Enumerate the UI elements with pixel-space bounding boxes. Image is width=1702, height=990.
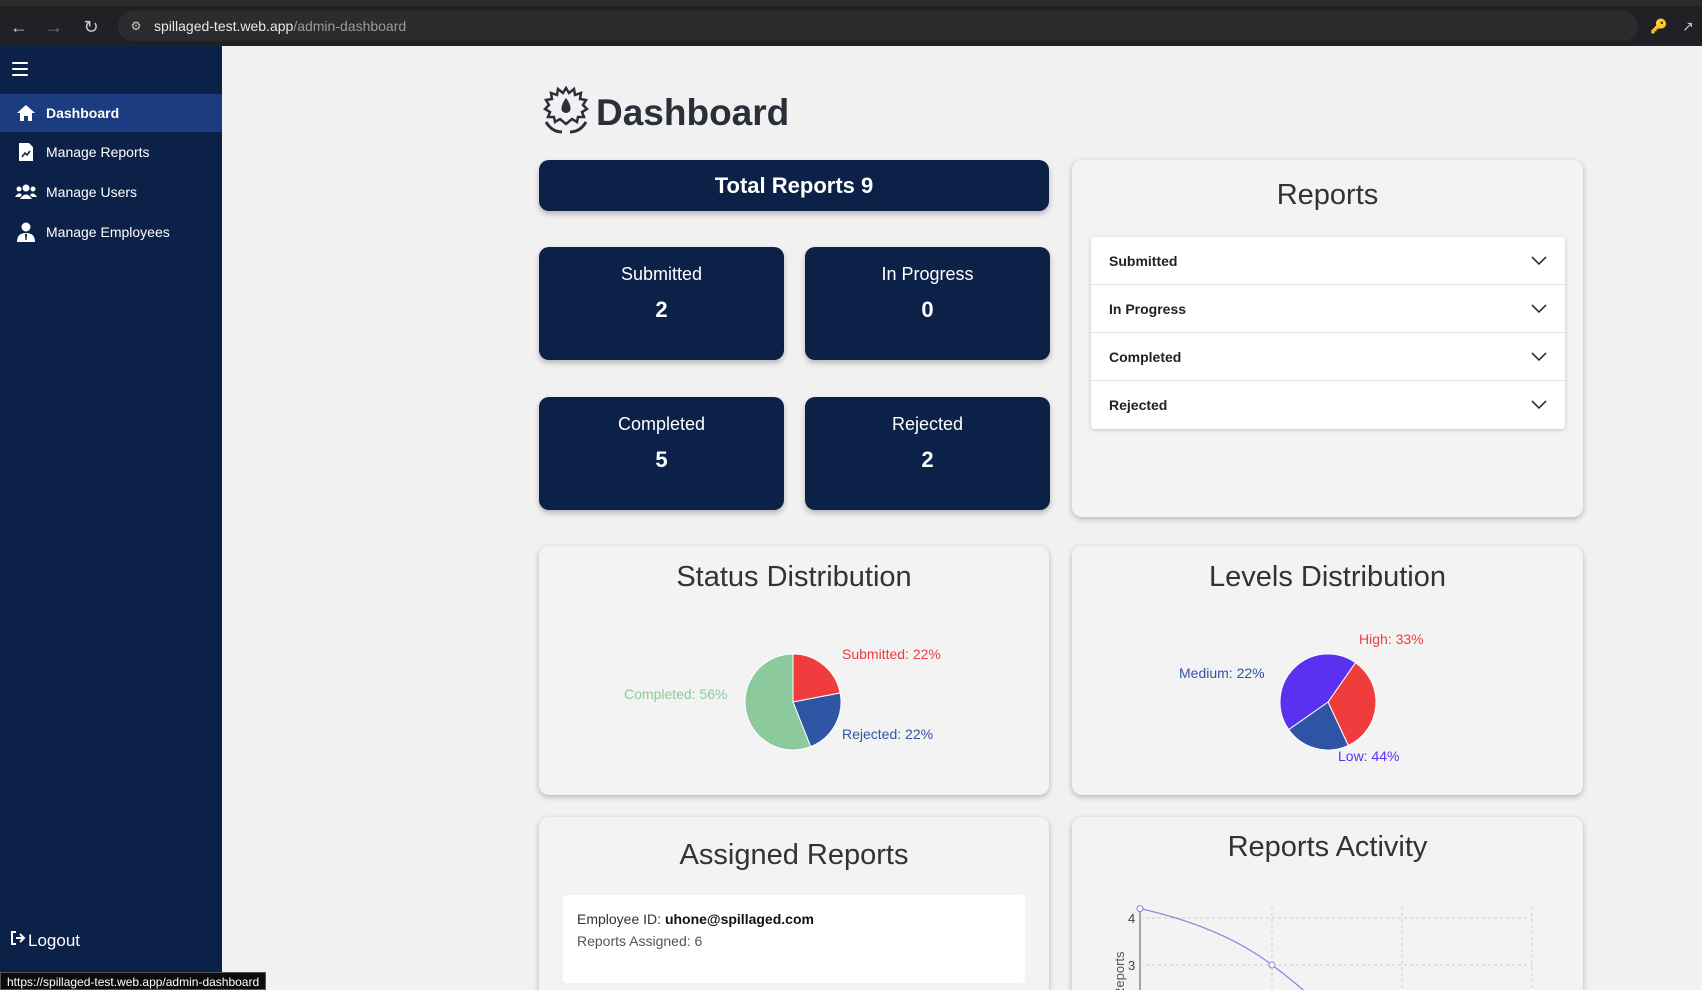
app-logo-icon	[540, 84, 592, 141]
page-title: Dashboard	[540, 84, 789, 141]
sidebar-item-dashboard[interactable]: Dashboard	[0, 94, 222, 132]
assigned-reports-title: Assigned Reports	[679, 839, 909, 871]
employee-id-line: Employee ID: uhone@spillaged.com	[577, 911, 1011, 927]
reports-activity-title: Reports Activity	[1227, 831, 1428, 863]
pie-label-completed: Completed: 56%	[624, 686, 728, 702]
pie-label-submitted: Submitted: 22%	[842, 646, 941, 662]
url-text[interactable]: spillaged-test.web.app/admin-dashboard	[154, 18, 406, 34]
levels-distribution-title: Levels Distribution	[1209, 561, 1446, 593]
stat-value: 2	[921, 447, 934, 472]
accordion-label: In Progress	[1109, 300, 1187, 317]
forward-icon[interactable]: →	[43, 16, 65, 38]
y-axis-label: Reports	[1112, 951, 1127, 990]
activity-series-line	[1139, 908, 1305, 990]
accordion-item-in-progress[interactable]: In Progress	[1091, 285, 1565, 333]
stat-label: Submitted	[620, 264, 703, 284]
chevron-down-icon	[1531, 253, 1547, 269]
pie-label-low: Low: 44%	[1338, 748, 1400, 764]
pie-label-high: High: 33%	[1359, 631, 1424, 647]
sidebar-item-label: Manage Users	[46, 184, 138, 200]
status-bar-url: https://spillaged-test.web.app/admin-das…	[0, 972, 267, 990]
stat-label: In Progress	[881, 264, 974, 284]
report-icon	[14, 142, 38, 162]
stat-card-completed: Completed 5	[539, 397, 784, 510]
accordion-label: Rejected	[1109, 397, 1168, 413]
sidebar-item-manage-employees[interactable]: Manage Employees	[0, 213, 222, 251]
reports-activity-panel: Reports Activity Reports 4 3	[1072, 817, 1583, 990]
back-icon[interactable]: ←	[8, 16, 30, 38]
sidebar-item-label: Dashboard	[46, 105, 120, 121]
reports-activity-line-chart: Reports 4 3	[1112, 905, 1533, 990]
menu-toggle-icon[interactable]	[12, 62, 28, 76]
stat-card-in-progress: In Progress 0	[805, 247, 1050, 360]
activity-data-point	[1136, 905, 1144, 913]
pie-label-medium: Medium: 22%	[1179, 665, 1265, 681]
reports-accordion: Submitted In Progress Completed Rejected	[1091, 237, 1565, 429]
stat-value: 5	[655, 447, 668, 472]
status-pie-chart	[744, 653, 842, 751]
reports-panel: Reports Submitted In Progress Completed …	[1072, 160, 1583, 517]
home-icon	[14, 103, 38, 123]
address-bar[interactable]: ⚙ spillaged-test.web.app/admin-dashboard	[118, 11, 1638, 41]
dashboard-heading: Dashboard	[596, 91, 790, 133]
reports-panel-title: Reports	[1276, 179, 1379, 211]
levels-pie-chart	[1279, 653, 1377, 751]
employee-card: Employee ID: uhone@spillaged.com Reports…	[563, 895, 1025, 983]
accordion-label: Completed	[1109, 348, 1182, 365]
stat-value: 0	[921, 297, 934, 322]
sidebar-item-manage-reports[interactable]: Manage Reports	[0, 133, 222, 171]
employee-id-prefix: Employee ID:	[577, 911, 662, 927]
status-distribution-title: Status Distribution	[676, 561, 912, 593]
browser-toolbar: ← → ↻ ⚙ spillaged-test.web.app/admin-das…	[0, 0, 1702, 46]
stat-card-submitted: Submitted 2	[539, 247, 784, 360]
chevron-down-icon	[1531, 349, 1547, 365]
chevron-down-icon	[1531, 397, 1547, 413]
sidebar-item-label: Manage Employees	[46, 224, 170, 240]
logout-icon	[10, 930, 26, 951]
chevron-down-icon	[1531, 301, 1547, 317]
sidebar-item-manage-users[interactable]: Manage Users	[0, 173, 222, 211]
status-distribution-panel: Status Distribution Submitted: 22% Compl…	[539, 546, 1049, 795]
stat-label: Completed	[617, 414, 706, 434]
assigned-reports-panel: Assigned Reports Employee ID: uhone@spil…	[539, 817, 1049, 990]
y-tick-label: 4	[1128, 911, 1135, 926]
stat-label: Rejected	[891, 414, 964, 434]
employee-icon	[14, 222, 38, 242]
logout-label: Logout	[28, 930, 80, 950]
total-reports-card: Total Reports 9	[539, 160, 1049, 211]
activity-data-point	[1268, 961, 1276, 969]
reports-assigned-count: Reports Assigned: 6	[577, 933, 703, 949]
levels-distribution-panel: Levels Distribution High: 33% Medium: 22…	[1072, 546, 1583, 795]
y-tick-label: 3	[1128, 958, 1135, 973]
logout-button[interactable]: Logout	[10, 930, 80, 951]
accordion-item-rejected[interactable]: Rejected	[1091, 381, 1565, 429]
reload-icon[interactable]: ↻	[80, 16, 102, 38]
sidebar: Dashboard Manage Reports Manage Users Ma…	[0, 46, 222, 990]
sidebar-item-label: Manage Reports	[46, 144, 150, 160]
users-icon	[14, 182, 38, 202]
pie-label-rejected: Rejected: 22%	[842, 726, 934, 742]
accordion-label: Submitted	[1109, 252, 1178, 269]
stat-value: 2	[655, 297, 668, 322]
open-external-icon[interactable]: ↗	[1682, 18, 1694, 35]
accordion-item-submitted[interactable]: Submitted	[1091, 237, 1565, 285]
employee-id-value: uhone@spillaged.com	[664, 911, 814, 927]
accordion-item-completed[interactable]: Completed	[1091, 333, 1565, 381]
password-key-icon[interactable]: 🔑	[1650, 18, 1667, 35]
site-settings-icon[interactable]: ⚙	[128, 18, 144, 34]
stat-card-rejected: Rejected 2	[805, 397, 1050, 510]
